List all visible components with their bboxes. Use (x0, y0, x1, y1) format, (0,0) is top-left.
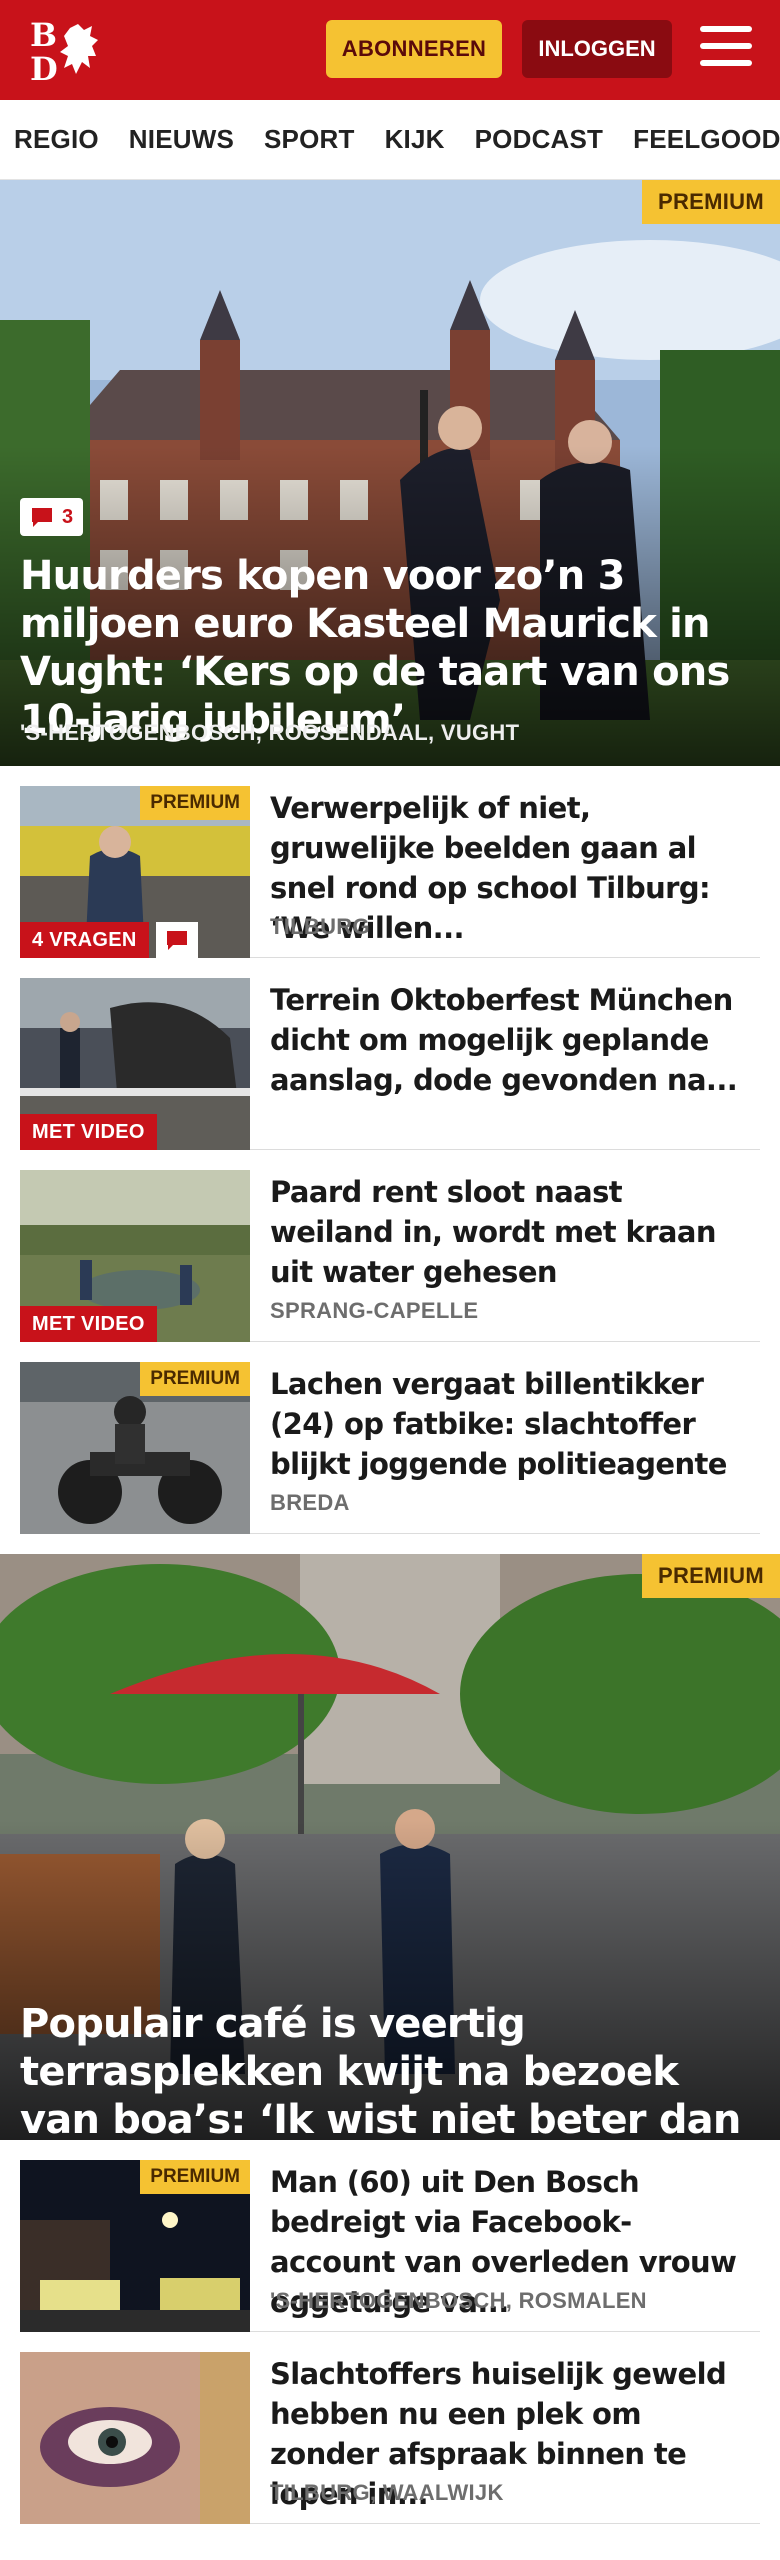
nav-item-regio[interactable]: REGIO (14, 124, 99, 155)
list-item[interactable]: MET VIDEO Terrein Oktoberfest München di… (20, 958, 760, 1150)
article-thumbnail[interactable]: MET VIDEO (20, 978, 250, 1150)
list-item[interactable]: PREMIUM Man (60) uit Den Bosch bedreigt … (20, 2140, 760, 2332)
article-title[interactable]: Terrein Oktoberfest München dicht om mog… (270, 980, 752, 1100)
top-bar: B D ABONNEREN INLOGGEN (0, 0, 780, 100)
comment-icon (32, 508, 52, 527)
nav-item-podcast[interactable]: PODCAST (475, 124, 604, 155)
premium-badge: PREMIUM (140, 1362, 250, 1396)
thumbnail-photo-bruised-eye (20, 2352, 250, 2524)
section-nav: REGIO NIEUWS SPORT KIJK PODCAST FEELGOOD (0, 100, 780, 180)
comment-count: 3 (62, 505, 74, 528)
article-location: 'S-HERTOGENBOSCH, ROSMALEN (270, 2288, 647, 2313)
premium-badge: PREMIUM (642, 1554, 780, 1598)
list-item[interactable]: MET VIDEO Paard rent sloot naast weiland… (20, 1150, 760, 1342)
premium-badge: PREMIUM (140, 2160, 250, 2194)
article-location: TILBURG, WAALWIJK (270, 2480, 504, 2505)
premium-badge: PREMIUM (642, 180, 780, 224)
hero-headline[interactable]: Populair café is veertig terrasplekken k… (20, 2000, 756, 2140)
hero-location: 'S-HERTOGENBOSCH, ROOSENDAAL, VUGHT (20, 720, 520, 745)
nav-item-sport[interactable]: SPORT (264, 124, 355, 155)
login-button[interactable]: INLOGGEN (522, 20, 672, 78)
article-title[interactable]: Lachen vergaat billentikker (24) op fatb… (270, 1364, 752, 1484)
comment-count-badge[interactable]: 3 (20, 498, 84, 536)
list-item[interactable]: Slachtoffers huiselijk geweld hebben nu … (20, 2332, 760, 2524)
bd-logo[interactable]: B D (26, 16, 116, 86)
list-item[interactable]: PREMIUM Lachen vergaat billentikker (24)… (20, 1342, 760, 1534)
video-label: MET VIDEO (20, 1114, 157, 1150)
comment-icon (156, 922, 198, 958)
article-thumbnail[interactable]: PREMIUM 4 VRAGEN (20, 786, 250, 958)
article-location: SPRANG-CAPELLE (270, 1298, 479, 1323)
nav-item-kijk[interactable]: KIJK (385, 124, 445, 155)
nav-item-nieuws[interactable]: NIEUWS (129, 124, 234, 155)
article-location: BREDA (270, 1490, 350, 1515)
video-label: MET VIDEO (20, 1306, 157, 1342)
article-list: PREMIUM 4 VRAGEN Verwerpelijk of niet, g… (0, 766, 780, 1534)
premium-badge: PREMIUM (140, 786, 250, 820)
article-thumbnail[interactable]: PREMIUM (20, 1362, 250, 1534)
hero-headline[interactable]: Huurders kopen voor zo’n 3 miljoen euro … (20, 552, 756, 744)
article-list-2: PREMIUM Man (60) uit Den Bosch bedreigt … (0, 2140, 780, 2524)
article-thumbnail[interactable] (20, 2352, 250, 2524)
hamburger-menu-icon[interactable] (700, 26, 752, 72)
article-title[interactable]: Paard rent sloot naast weiland in, wordt… (270, 1172, 752, 1292)
svg-text:B: B (30, 16, 57, 54)
article-thumbnail[interactable]: MET VIDEO (20, 1170, 250, 1342)
nav-item-feelgood[interactable]: FEELGOOD (633, 124, 780, 155)
hero-article-kasteel-maurick[interactable]: PREMIUM 3 Huurders kopen voor zo’n 3 mil… (0, 180, 780, 766)
article-thumbnail[interactable]: PREMIUM (20, 2160, 250, 2332)
subscribe-button[interactable]: ABONNEREN (326, 20, 502, 78)
questions-label: 4 VRAGEN (20, 922, 149, 958)
article-location: TILBURG (270, 914, 370, 939)
hero-article-terras[interactable]: PREMIUM Populair café is veertig terrasp… (0, 1554, 780, 2140)
svg-text:D: D (30, 50, 58, 86)
list-item[interactable]: PREMIUM 4 VRAGEN Verwerpelijk of niet, g… (20, 766, 760, 958)
